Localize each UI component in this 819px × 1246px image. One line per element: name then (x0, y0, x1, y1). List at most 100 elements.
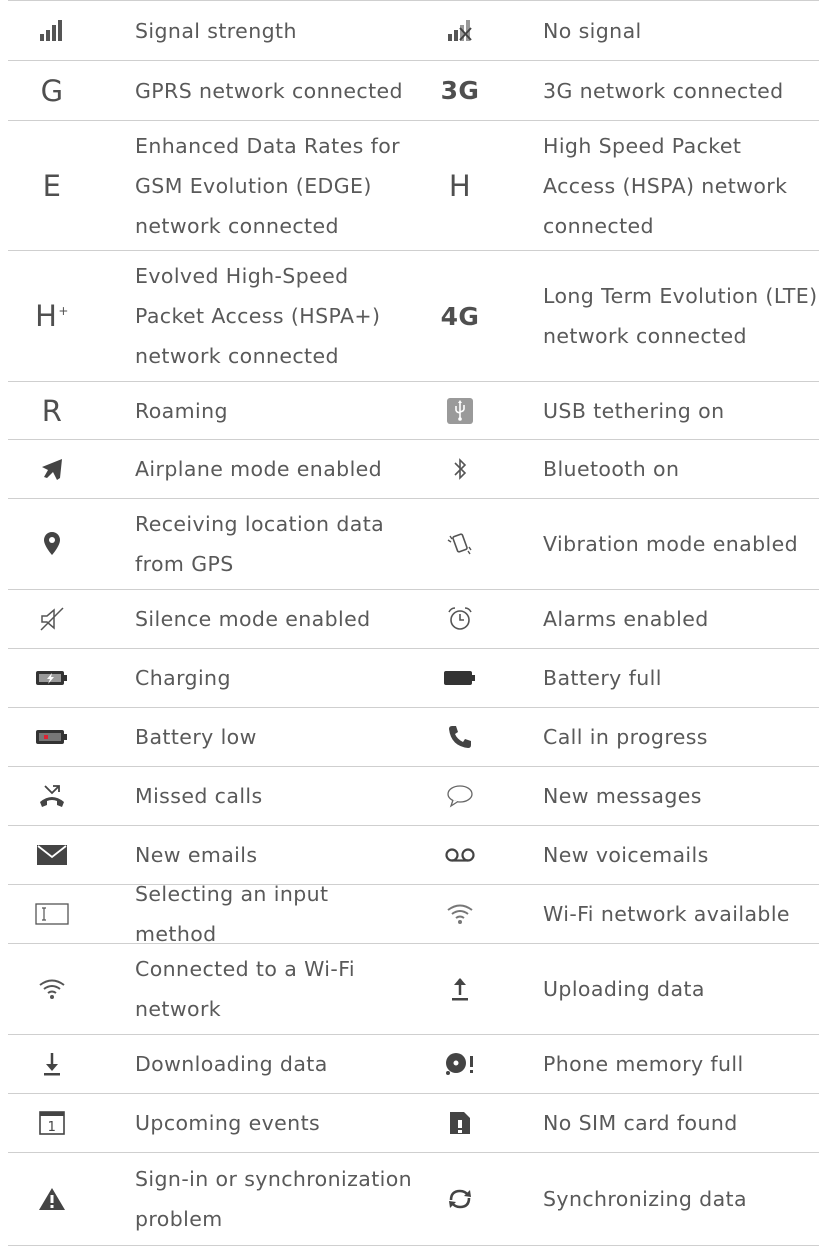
table-row: Signal strength No signal (8, 1, 819, 61)
description-cell: Charging (135, 649, 415, 707)
icon-cell (416, 1153, 504, 1245)
icon-cell (8, 649, 96, 707)
icon-description: High Speed Packet Access (HSPA) network … (543, 133, 788, 238)
table-row: Charging Battery full (8, 649, 819, 708)
table-row: H+ Evolved High-Speed Packet Access (HSPA… (8, 251, 819, 382)
description-cell: Wi-Fi network available (543, 885, 819, 943)
4g-icon: 4G (441, 302, 480, 331)
icon-cell (416, 1094, 504, 1152)
icon-cell (8, 826, 96, 884)
table-row: Downloading data Phone memory full (8, 1035, 819, 1094)
icon-cell (416, 767, 504, 825)
table-row: Battery low Call in progress (8, 708, 819, 767)
icon-cell (8, 1153, 96, 1245)
icon-description: GPRS network connected (135, 78, 403, 103)
description-cell: Uploading data (543, 944, 819, 1034)
icon-cell (416, 1035, 504, 1093)
signal-strength-icon (39, 19, 65, 42)
table-row: G GPRS network connected 3G 3G network conn… (8, 61, 819, 121)
table-row: Sign-in or synchronization problem Synchr… (8, 1153, 819, 1246)
description-cell: Vibration mode enabled (543, 499, 819, 589)
description-cell: GPRS network connected (135, 61, 415, 120)
icon-cell (8, 440, 96, 498)
4g-glyph: 4G (440, 301, 480, 331)
icon-description: Charging (135, 666, 231, 690)
no-sim-icon (448, 1110, 472, 1136)
warning-icon (38, 1186, 66, 1212)
icon-cell: 1 (8, 1094, 96, 1152)
icon-description: Evolved High-Speed Packet Access (HSPA+)… (135, 264, 381, 368)
table-row: Selecting an input method Wi-Fi network a… (8, 882, 819, 946)
email-envelope-icon (36, 844, 68, 866)
description-cell: USB tethering on (543, 382, 819, 439)
icon-description: Missed calls (135, 784, 263, 808)
icon-description: No SIM card found (543, 1111, 738, 1135)
description-cell: Downloading data (135, 1035, 415, 1093)
icon-cell: 4G (416, 251, 504, 381)
icon-cell (416, 590, 504, 648)
icon-description: Bluetooth on (543, 457, 680, 481)
icon-description: 3G network connected (543, 78, 784, 103)
icon-description: Enhanced Data Rates for GSM Evolution (E… (135, 133, 400, 238)
table-row: R Roaming USB tethering on (8, 382, 819, 440)
icon-description: Upcoming events (135, 1111, 321, 1135)
roaming-icon: R (42, 394, 63, 428)
description-cell: Upcoming events (135, 1094, 415, 1152)
alarm-clock-icon (446, 605, 474, 633)
icon-description: Phone memory full (543, 1052, 744, 1076)
wifi-connected-icon (38, 978, 66, 1000)
hspa-plus-glyph: H (35, 299, 58, 333)
icon-description: Receiving location data from GPS (135, 512, 385, 576)
description-cell: Battery low (135, 708, 415, 766)
icon-cell: R (8, 382, 96, 439)
description-cell: Silence mode enabled (135, 590, 415, 648)
icon-cell: H+ (8, 251, 96, 381)
missed-call-icon (37, 782, 67, 810)
download-icon (41, 1051, 63, 1077)
edge-icon: E (43, 169, 62, 203)
hspa-icon: H (449, 169, 471, 203)
description-cell: Long Term Evolution (LTE) network connec… (543, 251, 819, 381)
description-cell: Selecting an input method (135, 882, 415, 946)
icon-description: Long Term Evolution (LTE) network connec… (543, 284, 818, 348)
status-icon-table: Signal strength No signal G GPRS network co… (8, 0, 819, 1246)
description-cell: Phone memory full (543, 1035, 819, 1093)
description-cell: 3G network connected (543, 61, 819, 120)
description-cell: New messages (543, 767, 819, 825)
description-cell: Receiving location data from GPS (135, 499, 415, 589)
icon-description: Battery low (135, 725, 257, 749)
location-pin-icon (43, 531, 61, 557)
3g-icon: 3G (441, 76, 480, 105)
table-row: Airplane mode enabled Bluetooth on (8, 440, 819, 499)
voicemail-icon (444, 847, 476, 863)
icon-cell (416, 382, 504, 439)
gprs-glyph: G (40, 73, 64, 108)
icon-cell (416, 944, 504, 1034)
description-cell: Synchronizing data (543, 1153, 819, 1245)
edge-glyph: E (42, 168, 62, 203)
3g-glyph: 3G (440, 76, 480, 105)
bluetooth-icon (452, 456, 468, 482)
icon-cell (416, 885, 504, 943)
icon-cell (8, 590, 96, 648)
hspa-glyph: H (448, 168, 472, 203)
message-bubble-icon (446, 784, 474, 808)
icon-description: Sign-in or synchronization problem (135, 1167, 413, 1231)
icon-description: Vibration mode enabled (543, 532, 799, 556)
hspa-plus-icon: H+ (35, 299, 69, 333)
description-cell: No signal (543, 1, 819, 60)
icon-cell: 3G (416, 61, 504, 120)
icon-cell (416, 499, 504, 589)
icon-description: Airplane mode enabled (135, 457, 383, 481)
description-cell: Sign-in or synchronization problem (135, 1153, 415, 1245)
icon-cell (8, 885, 96, 943)
icon-cell: E (8, 121, 96, 250)
icon-description: Roaming (135, 398, 228, 423)
icon-cell (416, 826, 504, 884)
description-cell: Signal strength (135, 1, 415, 60)
memory-full-icon (443, 1051, 477, 1077)
icon-cell (8, 767, 96, 825)
icon-description: Battery full (543, 666, 662, 690)
battery-charging-icon (35, 669, 69, 687)
icon-description: No signal (543, 18, 642, 43)
